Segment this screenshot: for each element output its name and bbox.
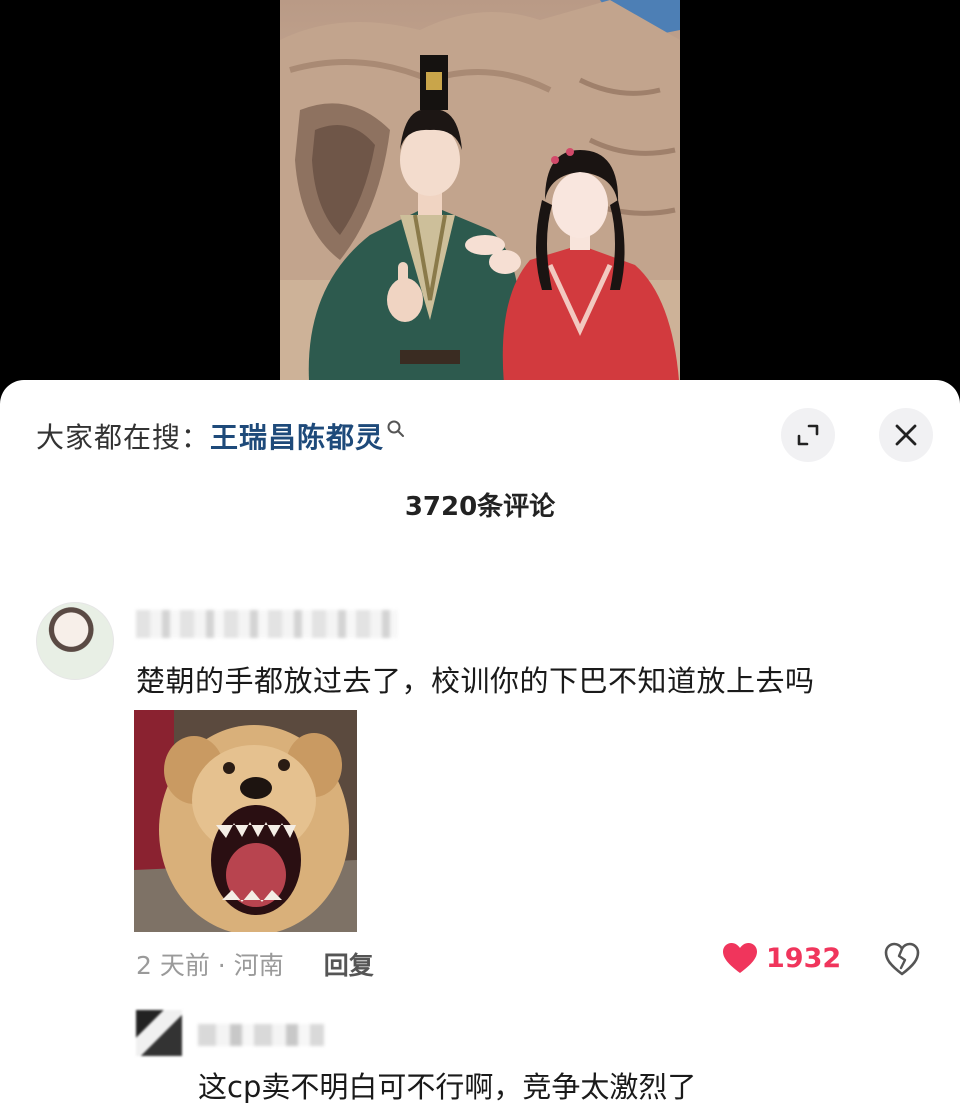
dislike-button[interactable] <box>884 942 920 980</box>
avatar[interactable] <box>36 602 114 680</box>
username-redacted[interactable] <box>136 610 398 638</box>
like-button[interactable]: 1932 <box>722 942 841 974</box>
avatar[interactable] <box>136 1010 182 1056</box>
comment-time-location: 2 天前 · 河南 <box>136 951 284 980</box>
trending-search-prefix: 大家都在搜： <box>36 421 211 454</box>
trending-search-link[interactable]: 大家都在搜： 王瑞昌陈都灵 <box>36 414 406 458</box>
close-button[interactable] <box>879 408 933 462</box>
close-icon <box>895 424 917 446</box>
comment-image-dog-meme[interactable] <box>134 710 357 932</box>
reply-button[interactable]: 回复 <box>324 946 374 982</box>
expand-icon <box>797 424 819 446</box>
comment-meta: 2 天前 · 河南 回复 <box>136 946 374 982</box>
trending-search-term[interactable]: 王瑞昌陈都灵 <box>210 416 384 456</box>
broken-heart-icon <box>884 942 920 976</box>
video-player[interactable] <box>0 0 960 395</box>
comment-count: 3720条评论 <box>404 492 556 522</box>
username-redacted[interactable] <box>198 1024 324 1046</box>
comment-text: 楚朝的手都放过去了，校训你的下巴不知道放上去吗 <box>136 664 815 698</box>
drama-still-image <box>280 0 680 395</box>
search-icon <box>387 420 405 437</box>
heart-icon <box>723 943 757 973</box>
comments-sheet: 大家都在搜： 王瑞昌陈都灵 3720条评论 楚朝的手都放过去了，校训你的下巴不知… <box>0 380 960 1105</box>
dog-meme-image <box>134 710 357 932</box>
like-count: 1932 <box>766 942 842 974</box>
comment-text: 这cp卖不明白可不行啊，竞争太激烈了 <box>198 1070 697 1104</box>
video-frame <box>280 0 680 395</box>
expand-button[interactable] <box>781 408 835 462</box>
